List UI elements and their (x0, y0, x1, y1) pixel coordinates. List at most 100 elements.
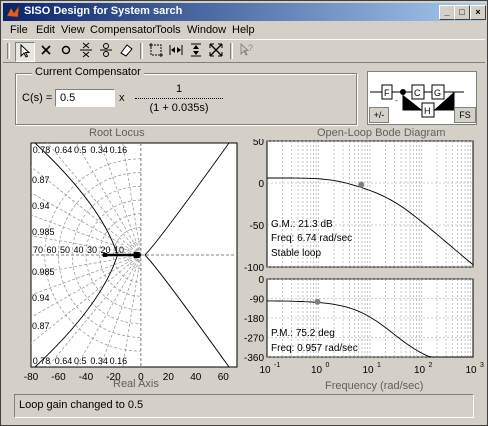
maximize-button[interactable]: □ (454, 5, 470, 20)
block-h-label: H (424, 106, 431, 116)
damping-label-bottom: 0.5 (74, 356, 87, 366)
zoom-y-icon[interactable] (187, 42, 205, 60)
menu-view[interactable]: View (61, 24, 85, 36)
damping-label-left: 0.985 (32, 267, 55, 277)
menu-help[interactable]: Help (232, 24, 255, 36)
root-locus-title: Root Locus (89, 127, 145, 139)
bode-mag-tick: 50 (253, 139, 265, 148)
minimize-button[interactable]: _ (439, 5, 455, 20)
bode-phase-tick: -270 (244, 334, 264, 345)
add-complex-zeros-icon[interactable] (97, 42, 115, 60)
frequency-label: 40 (74, 245, 84, 255)
frequency-label: 50 (60, 245, 70, 255)
block-g-label: G (434, 88, 441, 98)
fraction-line (135, 98, 223, 99)
svg-text:-: - (395, 96, 398, 105)
bode-plot[interactable]: 500-50-1000-90-180-270-360G.M.: 21.3 dBF… (241, 139, 487, 379)
stability-text: Stable loop (271, 248, 321, 259)
frequency-label: 60 (47, 245, 57, 255)
damping-label-top: 0.78 (33, 145, 51, 155)
bode-x-tick-exponent: 1 (377, 362, 381, 369)
bode-x-tick-exponent: -1 (274, 362, 280, 369)
damping-label-top: 0.34 (90, 145, 108, 155)
root-locus-plot[interactable]: 0.78 0.64 0.5 0.34 0.160.78 0.64 0.5 0.34 0.160.… (9, 141, 239, 389)
root-locus-x-tick: 40 (190, 372, 202, 383)
damping-label-bottom: 0.16 (110, 356, 128, 366)
cs-label: C(s) = (22, 92, 53, 104)
phase-margin-text: P.M.: 75.2 deg (271, 328, 335, 339)
bode-x-tick: 10 (362, 365, 374, 376)
bode-phase-tick: 0 (258, 275, 264, 286)
damping-label-left: 0.94 (32, 293, 50, 303)
damping-label-left: 0.87 (32, 175, 50, 185)
phase-margin-marker (314, 298, 321, 305)
svg-text:?: ? (248, 43, 253, 53)
bode-phase-tick: -180 (244, 314, 264, 325)
bode-mag-tick: -50 (250, 221, 265, 232)
toolbar-separator (230, 43, 233, 59)
menu-compensator[interactable]: Compensator (90, 24, 156, 36)
zoom-x-icon[interactable] (167, 42, 185, 60)
menu-window[interactable]: Window (187, 24, 226, 36)
add-zero-icon[interactable] (57, 42, 75, 60)
damping-label-top: 0.5 (74, 145, 87, 155)
damping-label-bottom: 0.78 (33, 356, 51, 366)
bode-title: Open-Loop Bode Diagram (317, 127, 446, 139)
toolbar-separator (7, 43, 10, 59)
gain-margin-marker (358, 181, 365, 188)
menu-bar: File Edit View Compensator Tools Window … (3, 22, 485, 39)
frequency-label: 30 (87, 245, 97, 255)
summing-junction (400, 89, 406, 95)
damping-label-left: 0.94 (32, 201, 50, 211)
bode-x-tick: 10 (259, 365, 271, 376)
menu-file[interactable]: File (10, 24, 28, 36)
root-locus-x-tick: -60 (51, 372, 66, 383)
root-locus-x-tick: 60 (218, 372, 230, 383)
compensator-gain-input[interactable]: 0.5 (55, 89, 115, 107)
status-text: Loop gain changed to 0.5 (19, 399, 144, 411)
gain-margin-text: G.M.: 21.3 dB (271, 219, 333, 230)
frequency-label: 20 (101, 245, 111, 255)
root-locus-x-tick: 20 (163, 372, 175, 383)
menu-tools[interactable]: Tools (155, 24, 181, 36)
multiply-sign: x (119, 92, 125, 104)
bode-phase-tick: -360 (244, 353, 264, 364)
add-pole-icon[interactable] (37, 42, 55, 60)
close-button[interactable]: × (470, 5, 486, 20)
whats-this-help-icon[interactable]: ? (237, 42, 255, 60)
eraser-icon[interactable] (117, 42, 135, 60)
zoom-out-icon[interactable] (207, 42, 225, 60)
damping-label-left: 0.985 (32, 227, 55, 237)
root-locus-x-tick: -40 (79, 372, 94, 383)
window-title: SISO Design for System sarch (24, 5, 183, 17)
frequency-label: 70 (33, 245, 43, 255)
root-locus-x-tick: -80 (24, 372, 39, 383)
zoom-xy-icon[interactable] (147, 42, 165, 60)
select-arrow-icon[interactable] (15, 42, 35, 62)
root-locus-xlabel: Real Axis (113, 378, 159, 390)
toolbar: ? (3, 39, 485, 63)
bode-x-tick: 10 (414, 365, 426, 376)
title-bar[interactable]: SISO Design for System sarch _ □ × (3, 3, 486, 21)
bode-x-tick: 10 (465, 365, 477, 376)
status-bar: Loop gain changed to 0.5 (14, 394, 474, 418)
bode-mag-tick: -100 (244, 263, 264, 274)
fs-button[interactable]: FS (454, 107, 476, 123)
block-f-label: F (384, 88, 390, 98)
menu-edit[interactable]: Edit (36, 24, 55, 36)
frequency-label: 10 (114, 245, 124, 255)
add-complex-poles-icon[interactable] (77, 42, 95, 60)
phase-margin-frequency-text: Freq: 0.957 rad/sec (271, 343, 358, 354)
bode-phase-tick: -90 (250, 295, 265, 306)
compensator-denominator: (1 + 0.035s) (149, 102, 209, 114)
damping-label-top: 0.64 (55, 145, 73, 155)
closed-loop-pole-marker (133, 252, 140, 258)
bode-panel: Open-Loop Bode Diagram 50 0 -50 -100 0 -90 -18… (241, 123, 487, 393)
feedback-structure-diagram[interactable]: F C G H - +/- FS (367, 71, 477, 125)
bode-mag-tick: 0 (258, 179, 264, 190)
bode-x-tick-exponent: 2 (429, 362, 433, 369)
sign-toggle-button[interactable]: +/- (369, 107, 389, 123)
current-compensator-label: Current Compensator (32, 66, 144, 78)
bode-xlabel: Frequency (rad/sec) (325, 380, 424, 392)
damping-label-left: 0.87 (32, 321, 50, 331)
